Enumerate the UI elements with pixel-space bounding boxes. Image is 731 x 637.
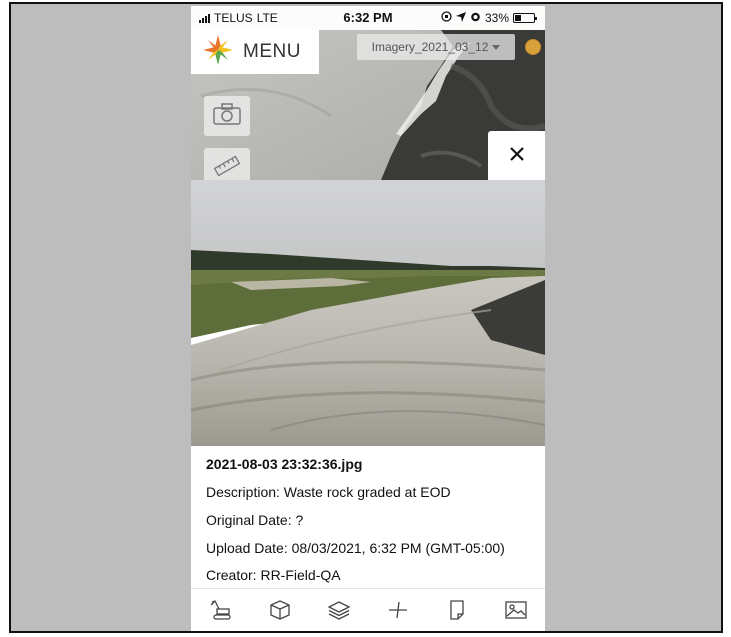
camera-button[interactable]: [204, 96, 250, 136]
alarm-icon: [470, 11, 481, 25]
3d-view-button[interactable]: [260, 593, 300, 632]
site-photo-image: [191, 180, 545, 446]
imagery-layer-value: Imagery_2021_03_12: [371, 40, 489, 54]
imagery-layer-select[interactable]: Imagery_2021_03_12: [357, 34, 515, 60]
bottom-toolbar: [191, 588, 545, 632]
status-indicators: 33%: [441, 11, 537, 25]
app-logo-icon: [201, 33, 235, 72]
photo-details: 2021-08-03 23:32:36.jpg Description: Was…: [191, 446, 545, 588]
chevron-down-icon: [492, 40, 501, 54]
camera-icon: [212, 102, 242, 131]
equipment-button[interactable]: [201, 593, 241, 632]
cube-icon: [269, 599, 291, 626]
documents-button[interactable]: [437, 593, 477, 632]
battery-icon: [513, 13, 537, 23]
orientation-lock-icon: [441, 11, 452, 25]
user-avatar[interactable]: [525, 39, 541, 55]
menu-button[interactable]: MENU: [191, 30, 319, 74]
layers-icon: [327, 599, 351, 626]
excavator-icon: [209, 599, 233, 626]
document-icon: [447, 599, 467, 626]
site-photo[interactable]: [191, 180, 545, 446]
photos-button[interactable]: [496, 593, 536, 632]
ruler-icon: [212, 154, 242, 181]
photo-creator: Creator: RR-Field-QA: [206, 567, 341, 583]
phone-screen: MENU Imagery_2021_03_12 TELUS LTE 6:32 P…: [191, 6, 545, 632]
menu-label: MENU: [243, 41, 301, 62]
map-view[interactable]: MENU Imagery_2021_03_12: [191, 6, 545, 180]
close-photo-button[interactable]: [488, 131, 545, 180]
measure-tool-button[interactable]: [378, 593, 418, 632]
measure-button[interactable]: [204, 148, 250, 180]
photo-filename: 2021-08-03 23:32:36.jpg: [206, 456, 363, 472]
close-icon: [509, 146, 525, 167]
photo-original-date: Original Date: ?: [206, 512, 304, 528]
status-bar: TELUS LTE 6:32 PM 33%: [191, 6, 545, 30]
battery-percent: 33%: [484, 11, 509, 25]
crosshair-icon: [387, 599, 409, 626]
screenshot-frame: MENU Imagery_2021_03_12 TELUS LTE 6:32 P…: [9, 2, 723, 633]
image-icon: [504, 599, 528, 626]
location-arrow-icon: [455, 11, 466, 25]
photo-upload-date: Upload Date: 08/03/2021, 6:32 PM (GMT-05…: [206, 540, 505, 556]
photo-description: Description: Waste rock graded at EOD: [206, 484, 451, 500]
layers-button[interactable]: [319, 593, 359, 632]
